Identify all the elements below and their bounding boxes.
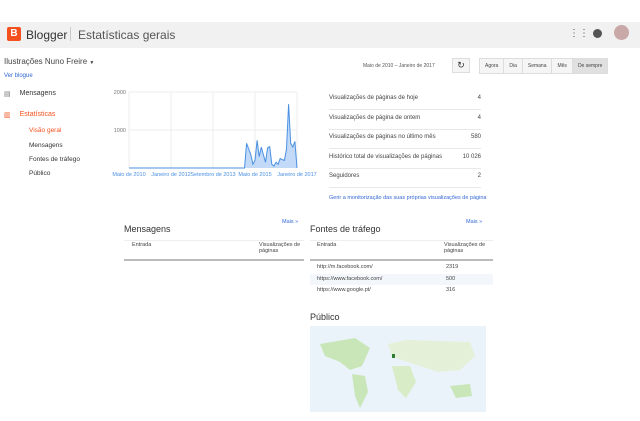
traffic-url[interactable]: http://m.facebook.com/	[317, 264, 373, 270]
table-row: https://www.facebook.com/500	[310, 273, 493, 285]
blog-name: Ilustrações Nuno Freire	[4, 57, 88, 66]
divider	[310, 259, 493, 261]
apps-grid-icon[interactable]: ⋮⋮	[569, 28, 589, 39]
stat-row: Visualizações de página de ontem 4	[329, 115, 481, 130]
traffic-more-link[interactable]: Mais »	[466, 219, 482, 225]
manage-tracking-link[interactable]: Gerir a monitorização das suas próprias …	[329, 195, 489, 201]
audience-title: Público	[310, 312, 340, 322]
date-range: Maio de 2010 – Janeiro de 2017	[363, 63, 435, 69]
divider	[124, 259, 304, 261]
blog-selector[interactable]: Ilustrações Nuno Freire ▼	[4, 57, 94, 66]
stat-row: Histórico total de visualizações de pági…	[329, 154, 481, 169]
sidebar-item-posts[interactable]: ▤ Mensagens	[4, 90, 56, 98]
posts-title: Mensagens	[124, 224, 171, 234]
brand: Blogger	[26, 28, 68, 42]
divider	[70, 27, 71, 41]
divider	[124, 240, 304, 241]
traffic-views: 500	[446, 275, 456, 282]
stat-row: Visualizações de páginas de hoje 4	[329, 95, 481, 110]
avatar[interactable]	[614, 25, 629, 40]
traffic-url[interactable]: https://www.google.pt/	[317, 287, 371, 293]
page-title: Estatísticas gerais	[78, 28, 176, 42]
traffic-views: 316	[446, 287, 456, 293]
y-tick-label: 1000	[114, 128, 126, 134]
traffic-url[interactable]: https://www.facebook.com/	[317, 276, 382, 282]
stat-label: Histórico total de visualizações de pági…	[329, 153, 443, 160]
stat-label: Visualizações de página de ontem	[329, 114, 421, 121]
sidebar-sub-overview[interactable]: Visão geral	[29, 127, 61, 134]
range-now[interactable]: Agora	[480, 59, 505, 73]
x-tick-label: Setembro de 2013	[190, 172, 235, 178]
x-tick-label: Janeiro de 2017	[277, 172, 316, 178]
x-tick-label: Janeiro de 2012	[151, 172, 190, 178]
stat-label: Visualizações de páginas de hoje	[329, 95, 418, 101]
range-buttons: Agora Dia Semana Mês De sempre	[479, 58, 609, 74]
posts-more-link[interactable]: Mais »	[282, 219, 298, 225]
stat-label: Seguidores	[329, 173, 360, 179]
stat-value: 10 026	[462, 153, 481, 160]
sidebar-item-stats[interactable]: ▥ Estatísticas	[4, 111, 55, 119]
sidebar-sub-posts[interactable]: Mensagens	[29, 142, 63, 149]
refresh-icon: ↻	[457, 60, 465, 70]
table-row: http://m.facebook.com/2319	[310, 262, 493, 273]
stat-label: Visualizações de páginas no último mês	[329, 134, 436, 140]
x-tick-label: Maio de 2010	[112, 172, 145, 178]
traffic-views: 2319	[446, 264, 459, 270]
stat-row: Seguidores 2	[329, 173, 481, 188]
view-blog-link[interactable]: Ver blogue	[4, 73, 33, 79]
range-month[interactable]: Mês	[552, 59, 573, 73]
range-all[interactable]: De sempre	[572, 59, 608, 73]
world-map[interactable]	[310, 326, 486, 412]
sidebar-label: Mensagens	[19, 90, 56, 97]
table-row: https://www.google.pt/316	[310, 285, 493, 296]
range-day[interactable]: Dia	[504, 59, 523, 73]
posts-icon: ▤	[4, 91, 11, 98]
refresh-button[interactable]: ↻	[452, 58, 470, 73]
x-tick-label: Maio de 2015	[238, 172, 271, 178]
y-tick-label: 2000	[114, 90, 126, 96]
posts-col-entry: Entrada	[132, 242, 152, 248]
range-week[interactable]: Semana	[522, 59, 553, 73]
sidebar-sub-audience[interactable]: Público	[29, 170, 50, 177]
traffic-col-views: Visualizações de páginas	[444, 242, 486, 254]
stat-value: 580	[470, 134, 481, 140]
traffic-col-entry: Entrada	[317, 242, 337, 248]
stat-value: 4	[477, 95, 481, 101]
blogger-logo-icon[interactable]: B	[7, 27, 21, 41]
dropdown-icon: ▼	[89, 60, 95, 66]
traffic-title: Fontes de tráfego	[310, 224, 381, 234]
divider	[310, 240, 493, 241]
sidebar-sub-traffic[interactable]: Fontes de tráfego	[29, 156, 80, 163]
stat-value: 2	[477, 173, 481, 179]
pageviews-chart: 1000 2000 Maio de 2010 Janeiro de 2012 Setem…	[112, 90, 316, 178]
stats-icon: ▥	[4, 112, 11, 119]
notifications-icon[interactable]	[593, 29, 602, 38]
sidebar-label: Estatísticas	[19, 111, 56, 118]
stat-row: Visualizações de páginas no último mês 58…	[329, 134, 481, 149]
stat-value: 4	[477, 114, 481, 121]
posts-col-views: Visualizações de páginas	[259, 242, 301, 254]
